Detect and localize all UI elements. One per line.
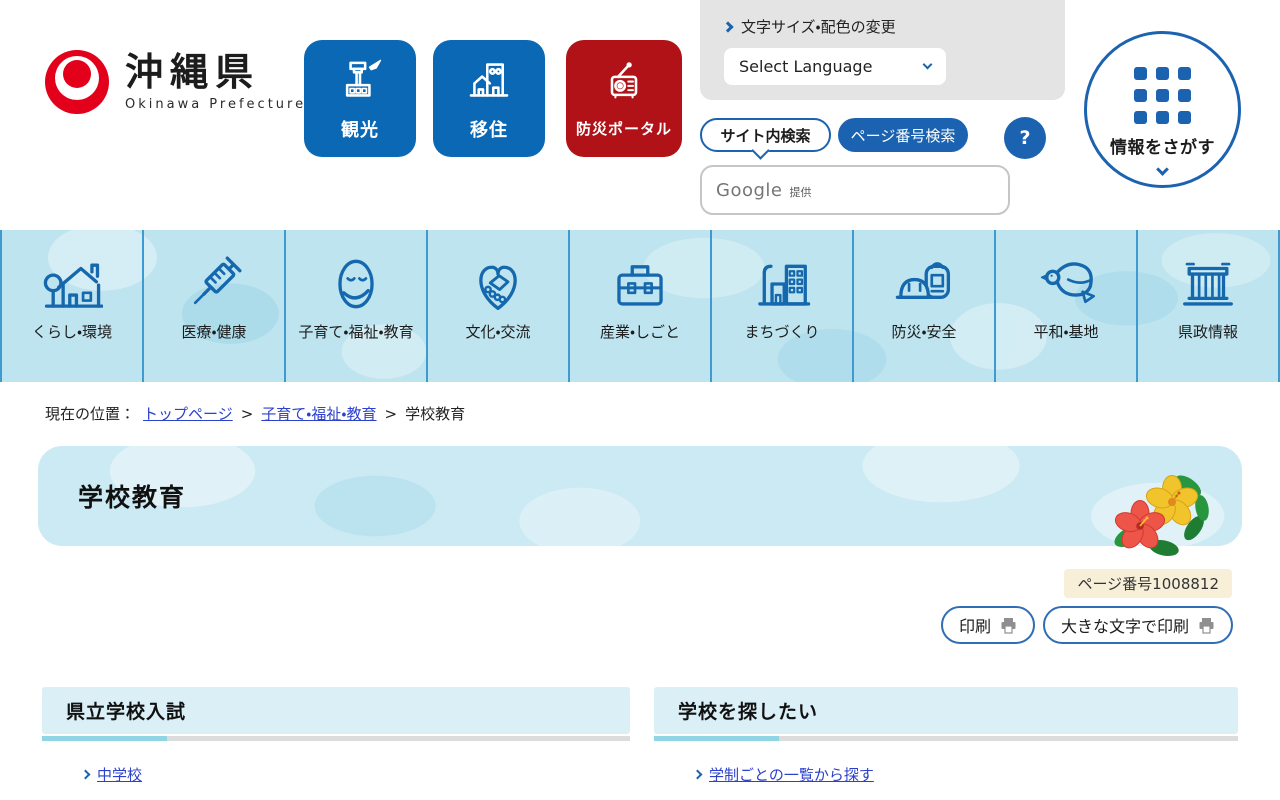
language-select[interactable]: Select Language [724, 48, 946, 85]
tourism-button[interactable]: 観光 [304, 40, 416, 157]
site-title: 沖縄県 [125, 52, 306, 94]
dove-icon [1035, 252, 1097, 316]
print-button[interactable]: 印刷 [941, 606, 1035, 644]
printer-icon [1000, 617, 1017, 634]
section-entrance-exams: 県立学校入試 中学校 高等学校 [42, 687, 630, 800]
printer-icon [1198, 617, 1215, 634]
nav-item-town-planning[interactable]: まちづくり [710, 230, 852, 382]
breadcrumb-link-childcare[interactable]: 子育て・福祉・教育 [261, 403, 376, 424]
helmet-backpack-icon [893, 252, 955, 316]
nav-item-prefectural-info[interactable]: 県政情報 [1136, 230, 1280, 382]
find-info-label: 情報をさがす [1110, 133, 1215, 158]
section-header: 県立学校入試 [42, 687, 630, 734]
nav-item-living-environment[interactable]: くらし・環境 [0, 230, 142, 382]
disaster-portal-button-label: 防災ポータル [576, 118, 672, 139]
find-info-button[interactable]: 情報をさがす [1084, 31, 1241, 188]
site-subtitle: Okinawa Prefecture [125, 97, 306, 112]
okinawa-symbol-icon [45, 50, 109, 114]
tourism-button-label: 観光 [341, 116, 379, 142]
section-link-list: 中学校 高等学校 [42, 764, 630, 800]
site-search-tab[interactable]: サイト内検索 [700, 118, 831, 152]
help-button[interactable]: ? [1004, 117, 1046, 159]
baby-icon [325, 252, 387, 316]
house-tree-icon [41, 252, 103, 316]
grid-menu-icon [1134, 67, 1191, 124]
chevron-right-icon [81, 770, 91, 780]
page-title: 学校教育 [78, 478, 186, 514]
section-divider [42, 736, 630, 741]
nav-item-childcare-welfare-education[interactable]: 子育て・福祉・教育 [284, 230, 426, 382]
site-search-input[interactable]: Google 提供 [700, 165, 1010, 215]
main-navigation: くらし・環境 医療・健康 [0, 230, 1280, 382]
breadcrumb-prefix: 現在の位置： [45, 403, 135, 424]
migration-button-label: 移住 [470, 116, 508, 142]
government-building-icon [1177, 252, 1239, 316]
print-large-button[interactable]: 大きな文字で印刷 [1043, 606, 1233, 644]
airport-tower-icon [336, 56, 384, 108]
chevron-right-icon [693, 770, 703, 780]
breadcrumb: 現在の位置： トップページ > 子育て・福祉・教育 > 学校教育 [0, 382, 1280, 424]
radio-icon [600, 58, 648, 110]
link-by-school-system[interactable]: 学制ごとの一覧から探す [709, 764, 874, 785]
chevron-right-icon [722, 21, 733, 32]
page-number-badge: ページ番号1008812 [1064, 569, 1232, 598]
text-size-color-link[interactable]: 文字サイズ・配色の変更 [724, 16, 1065, 37]
section-find-school: 学校を探したい 学制ごとの一覧から探す 種別から探す [654, 687, 1238, 800]
page: 沖縄県 Okinawa Prefecture 観光 [0, 0, 1280, 800]
settings-panel: 文字サイズ・配色の変更 Select Language [700, 0, 1065, 100]
breadcrumb-link-top[interactable]: トップページ [143, 403, 233, 424]
briefcase-icon [609, 252, 671, 316]
list-item: 中学校 [82, 764, 630, 785]
nav-item-peace-base[interactable]: 平和・基地 [994, 230, 1136, 382]
hibiscus-flowers-icon [1106, 470, 1210, 562]
house-building-icon [465, 56, 513, 108]
okinawa-logo[interactable]: 沖縄県 Okinawa Prefecture [45, 50, 306, 114]
nav-item-disaster-safety[interactable]: 防災・安全 [852, 230, 994, 382]
migration-button[interactable]: 移住 [433, 40, 545, 157]
link-junior-high[interactable]: 中学校 [97, 764, 142, 785]
section-title: 学校を探したい [678, 697, 818, 724]
breadcrumb-current: 学校教育 [405, 403, 465, 424]
syringe-icon [183, 252, 245, 316]
question-mark-icon: ? [1019, 127, 1030, 149]
handshake-heart-icon [467, 252, 529, 316]
section-title: 県立学校入試 [66, 697, 186, 724]
disaster-portal-button[interactable]: 防災ポータル [566, 40, 682, 157]
page-title-banner: 学校教育 [38, 446, 1242, 546]
nav-item-medical-health[interactable]: 医療・健康 [142, 230, 284, 382]
google-logo: Google [716, 180, 782, 201]
site-header: 沖縄県 Okinawa Prefecture 観光 [0, 0, 1280, 230]
chevron-down-icon [923, 60, 933, 70]
chevron-down-icon [1156, 163, 1169, 176]
page-number-search-tab[interactable]: ページ番号検索 [838, 118, 968, 152]
list-item: 学制ごとの一覧から探す [694, 764, 1238, 785]
section-divider [654, 736, 1238, 741]
section-header: 学校を探したい [654, 687, 1238, 734]
nav-item-industry-work[interactable]: 産業・しごと [568, 230, 710, 382]
nav-item-culture-exchange[interactable]: 文化・交流 [426, 230, 568, 382]
buildings-icon [751, 252, 813, 316]
section-link-list: 学制ごとの一覧から探す 種別から探す [654, 764, 1238, 800]
